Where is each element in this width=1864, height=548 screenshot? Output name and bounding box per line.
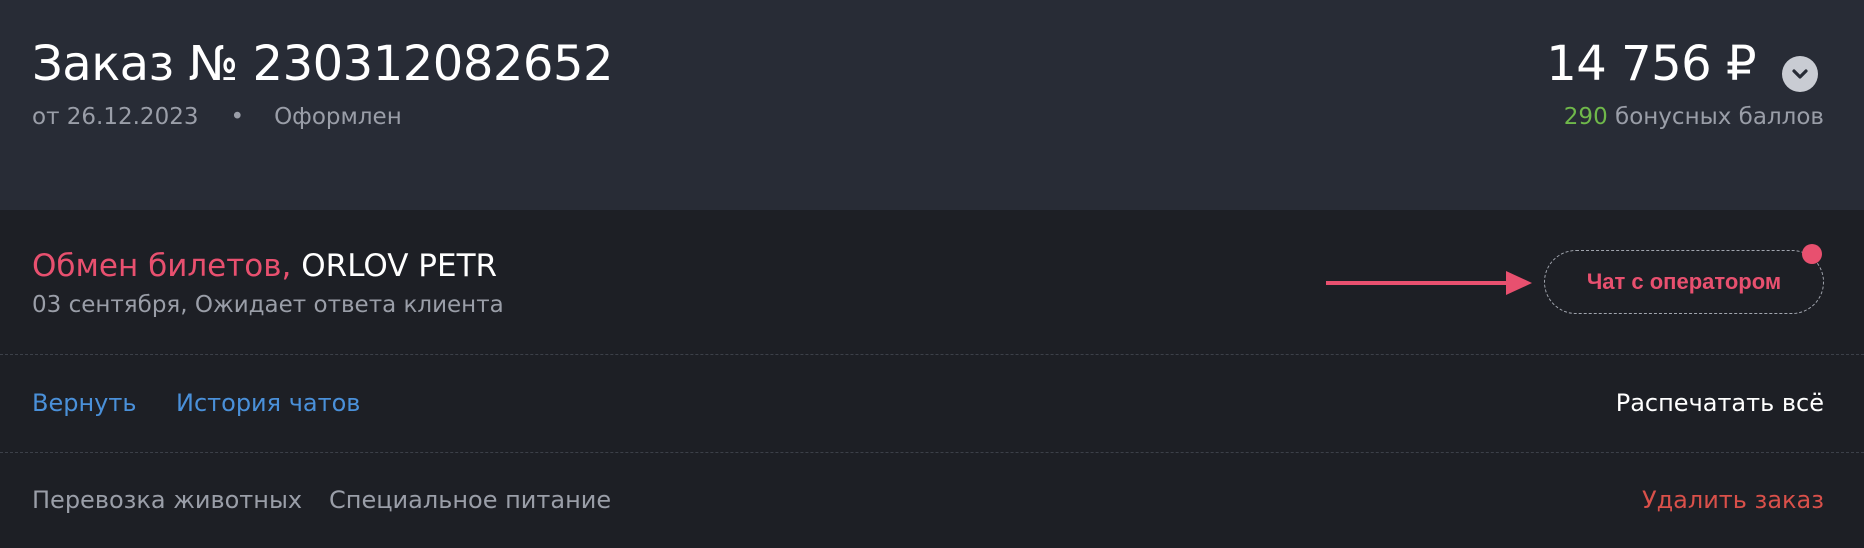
order-status: Оформлен	[274, 104, 402, 130]
order-meta: от 26.12.2023 • Оформлен	[32, 104, 402, 130]
order-date: от 26.12.2023	[32, 104, 199, 130]
delete-order-link[interactable]: Удалить заказ	[1642, 486, 1824, 514]
expand-toggle-button[interactable]	[1782, 56, 1818, 92]
print-all-link[interactable]: Распечатать всё	[1616, 389, 1824, 417]
order-price: 14 756 ₽	[1546, 36, 1756, 92]
special-meal-link[interactable]: Специальное питание	[329, 486, 611, 514]
exchange-title: Обмен билетов, ORLOV PETR	[32, 248, 497, 284]
chat-history-link[interactable]: История чатов	[176, 389, 360, 417]
passenger-name: ORLOV PETR	[301, 248, 498, 284]
meta-separator: •	[230, 104, 245, 130]
chat-with-operator-button[interactable]: Чат с оператором	[1544, 250, 1824, 314]
exchange-type: Обмен билетов,	[32, 248, 292, 284]
bonus-points: 290	[1563, 104, 1608, 130]
services-row: Перевозка животных Специальное питание У…	[0, 453, 1864, 548]
order-title: Заказ № 230312082652	[32, 36, 614, 92]
bonus-info: 290 бонусных баллов	[1564, 104, 1824, 130]
exchange-section: Обмен билетов, ORLOV PETR 03 сентября, О…	[0, 210, 1864, 355]
actions-row: Вернуть История чатов Распечатать всё	[0, 355, 1864, 453]
pet-transport-link[interactable]: Перевозка животных	[32, 486, 302, 514]
chevron-down-icon	[1792, 69, 1808, 79]
bonus-label: бонусных баллов	[1615, 104, 1824, 130]
arrow-right-icon	[1326, 271, 1532, 295]
notification-dot	[1802, 244, 1822, 264]
order-header: Заказ № 230312082652 от 26.12.2023 • Оформ…	[0, 0, 1864, 210]
exchange-subtitle: 03 сентября, Ожидает ответа клиента	[32, 292, 504, 318]
return-link[interactable]: Вернуть	[32, 389, 136, 417]
